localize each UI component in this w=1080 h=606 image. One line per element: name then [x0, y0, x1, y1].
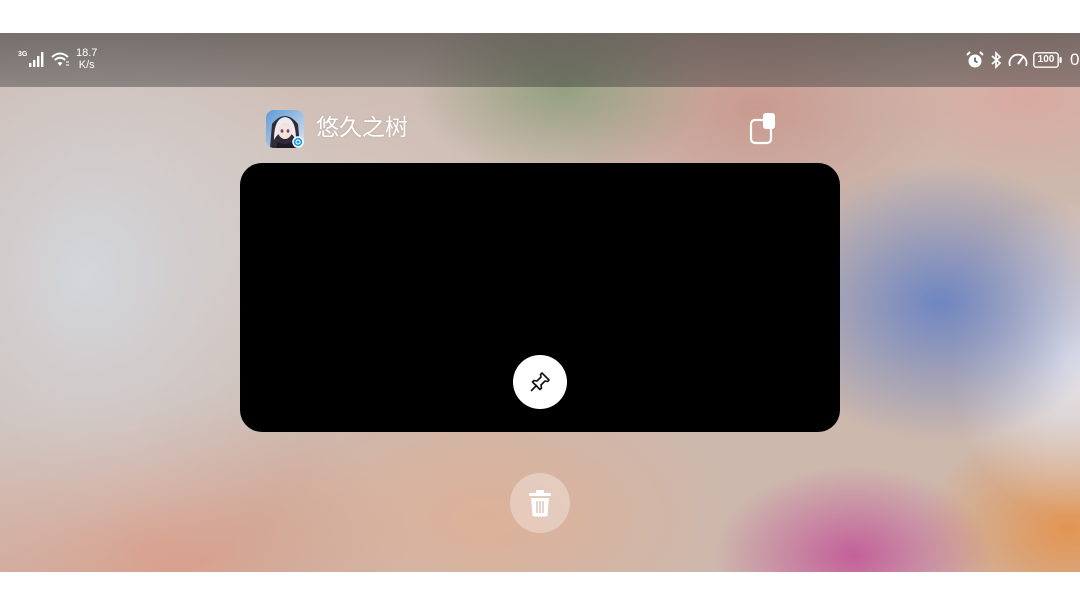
pin-icon: [530, 372, 550, 392]
gauge-icon: [1008, 53, 1028, 67]
battery-icon: 100: [1033, 52, 1063, 68]
status-bar: 3G 18.7 K/s 100 0: [0, 33, 1080, 87]
clock-fragment: 0: [1070, 50, 1080, 69]
trash-icon: [529, 490, 551, 517]
app-name[interactable]: 悠久之树: [316, 113, 408, 143]
clear-all-button[interactable]: [510, 473, 570, 533]
network-speed-unit: K/s: [78, 59, 95, 71]
split-screen-icon[interactable]: [748, 111, 778, 145]
alarm-icon: [966, 51, 984, 68]
wifi-icon: [51, 52, 69, 66]
pin-button[interactable]: [513, 355, 567, 409]
network-speed: 18.7 K/s: [76, 47, 97, 71]
battery-level: 100: [1037, 54, 1055, 65]
app-icon[interactable]: [266, 110, 304, 148]
network-speed-value: 18.7: [76, 47, 98, 59]
bluetooth-icon: [991, 50, 1002, 70]
signal-icon: [29, 52, 44, 67]
